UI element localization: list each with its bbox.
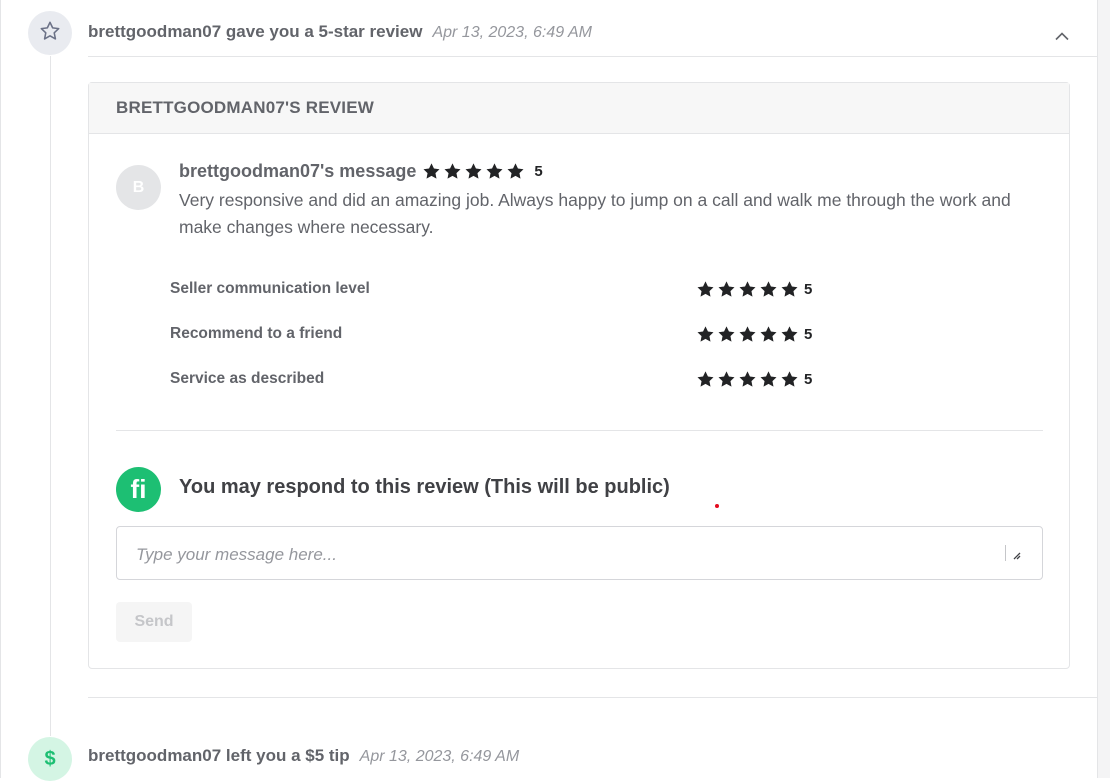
star-filled-icon <box>697 370 714 387</box>
avatar: B <box>116 165 161 210</box>
message-author: brettgoodman07's message <box>179 161 417 181</box>
star-filled-icon <box>781 325 798 342</box>
tip-event-header: brettgoodman07 left you a $5 tip Apr 13,… <box>88 746 519 766</box>
sub-rating-value: 5 <box>804 280 813 298</box>
divider <box>88 697 1097 698</box>
review-event-icon <box>28 11 72 55</box>
overall-rating-stars <box>422 162 525 181</box>
sub-rating-value: 5 <box>804 370 813 388</box>
dollar-icon: $ <box>44 747 56 770</box>
review-event-header: brettgoodman07 gave you a 5-star review … <box>88 22 592 42</box>
star-filled-icon <box>486 163 503 179</box>
sub-rating-label: Service as described <box>170 370 325 387</box>
tip-event-icon: $ <box>28 737 72 781</box>
star-filled-icon <box>697 280 714 297</box>
overall-rating-value: 5 <box>534 163 543 180</box>
star-filled-icon <box>423 163 440 179</box>
review-card: BRETTGOODMAN07'S REVIEW B brettgoodman07… <box>88 82 1070 669</box>
star-filled-icon <box>507 163 524 179</box>
star-outline-icon <box>39 20 61 47</box>
review-event-title: brettgoodman07 gave you a 5-star review <box>88 22 423 41</box>
chevron-up-icon <box>1054 29 1070 46</box>
divider <box>88 56 1097 57</box>
divider <box>116 430 1043 431</box>
sub-rating-row: Recommend to a friend 5 <box>170 322 870 346</box>
review-response-input[interactable] <box>116 526 1043 580</box>
star-filled-icon <box>781 370 798 387</box>
respond-title: You may respond to this review (This wil… <box>179 476 670 498</box>
message-header: brettgoodman07's message 5 <box>179 161 543 182</box>
sub-rating-label: Recommend to a friend <box>170 325 343 342</box>
scrollbar-track[interactable] <box>1097 0 1110 778</box>
review-message-text: Very responsive and did an amazing job. … <box>179 190 1011 237</box>
review-event-date: Apr 13, 2023, 6:49 AM <box>432 24 592 41</box>
sub-rating-row: Seller communication level 5 <box>170 277 870 301</box>
textarea-resize-handle[interactable] <box>1005 544 1025 564</box>
star-filled-icon <box>739 325 756 342</box>
svg-text:fi: fi <box>131 474 147 504</box>
sub-rating-stars: 5 <box>696 280 812 299</box>
star-filled-icon <box>760 325 777 342</box>
page-left-border <box>0 0 1 778</box>
star-filled-icon <box>760 280 777 297</box>
sub-rating-stars: 5 <box>696 325 812 344</box>
star-filled-icon <box>760 370 777 387</box>
cursor-dot <box>715 504 719 508</box>
star-filled-icon <box>444 163 461 179</box>
star-filled-icon <box>718 325 735 342</box>
star-filled-icon <box>718 280 735 297</box>
star-filled-icon <box>781 280 798 297</box>
sub-rating-label: Seller communication level <box>170 280 370 297</box>
sub-rating-value: 5 <box>804 325 813 343</box>
star-filled-icon <box>465 163 482 179</box>
collapse-button[interactable] <box>1054 29 1070 41</box>
star-filled-icon <box>718 370 735 387</box>
star-filled-icon <box>739 370 756 387</box>
tip-event-date: Apr 13, 2023, 6:49 AM <box>359 748 520 765</box>
brand-logo: fi <box>116 467 161 512</box>
star-filled-icon <box>739 280 756 297</box>
sub-rating-row: Service as described 5 <box>170 367 870 391</box>
review-card-header: BRETTGOODMAN07'S REVIEW <box>89 83 1069 134</box>
sub-rating-stars: 5 <box>696 370 812 389</box>
star-filled-icon <box>697 325 714 342</box>
tip-event-title: brettgoodman07 left you a $5 tip <box>88 746 350 765</box>
send-button[interactable]: Send <box>116 602 192 642</box>
timeline-line <box>50 56 51 736</box>
